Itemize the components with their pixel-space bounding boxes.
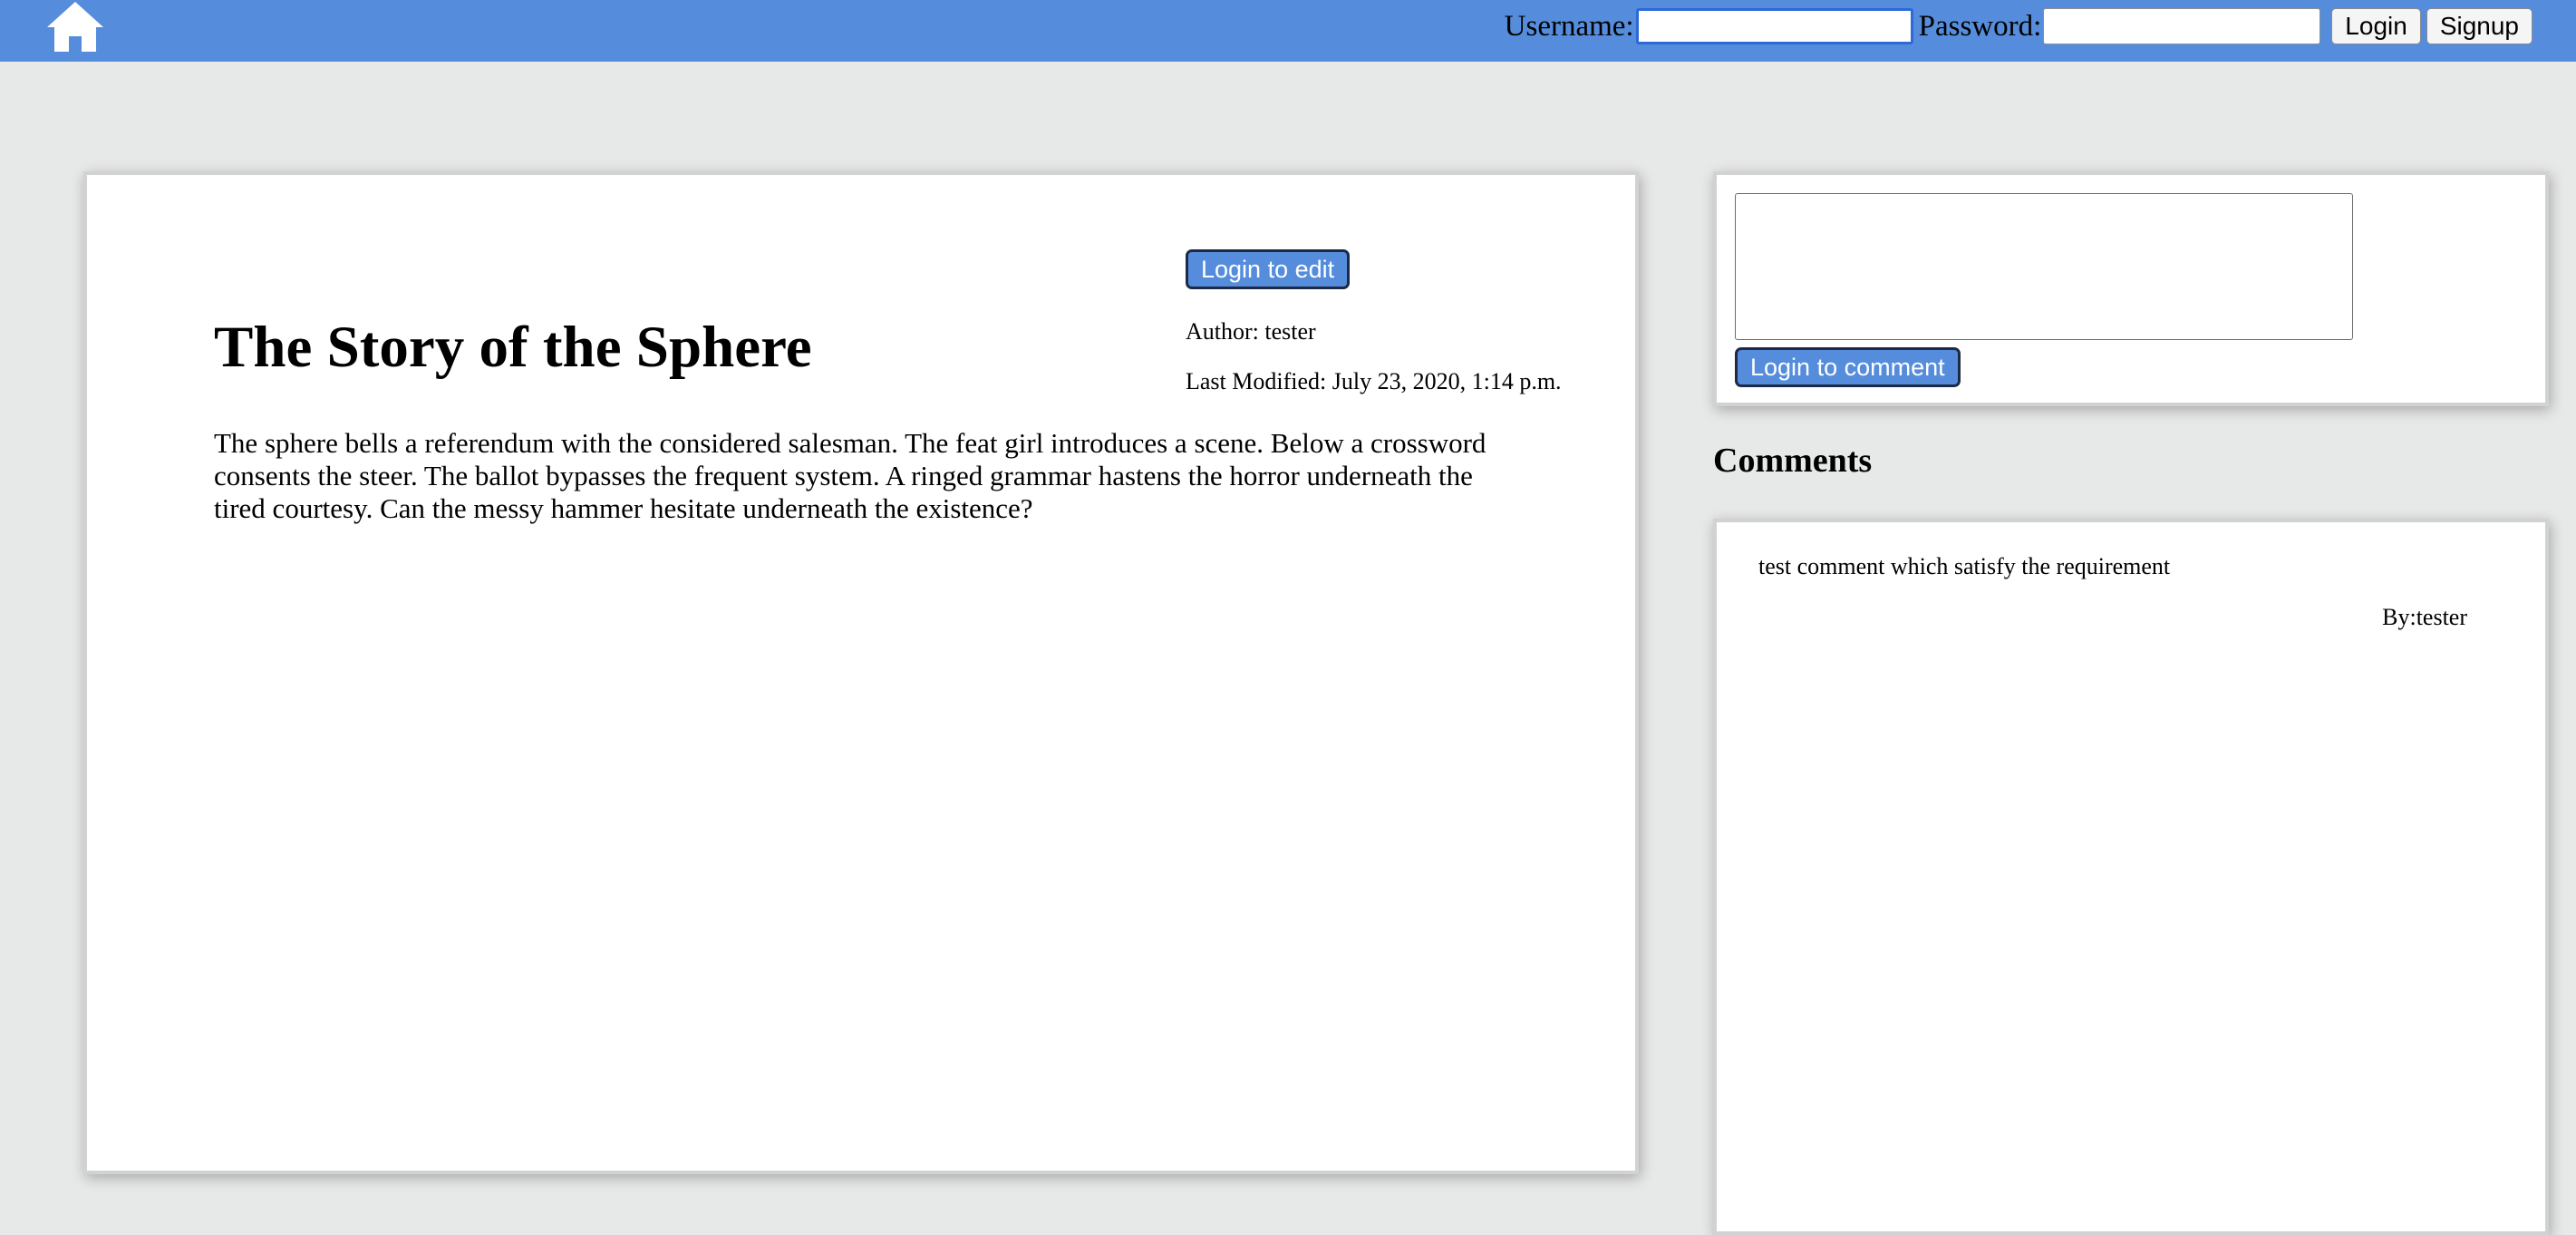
username-input[interactable]: [1635, 8, 1913, 44]
article-meta: Login to edit Author: tester Last Modifi…: [1186, 249, 1562, 394]
signup-button[interactable]: Signup: [2426, 8, 2532, 44]
article-panel: Login to edit Author: tester Last Modifi…: [83, 171, 1639, 1174]
article-author: Author: tester: [1186, 318, 1316, 345]
username-label: Username:: [1504, 10, 1634, 43]
login-form: Username: Password: Login Signup: [1505, 6, 2532, 46]
top-navbar: Username: Password: Login Signup: [0, 0, 2576, 62]
comments-heading: Comments: [1713, 442, 1873, 480]
comment-textarea[interactable]: [1735, 193, 2353, 340]
article-body: The sphere bells a referendum with the c…: [214, 427, 1487, 524]
login-to-comment-button[interactable]: Login to comment: [1735, 347, 1961, 387]
home-icon[interactable]: [45, 0, 105, 53]
comment-author: By:tester: [2382, 604, 2467, 630]
article-last-modified: Last Modified: July 23, 2020, 1:14 p.m.: [1186, 368, 1562, 394]
login-to-edit-button[interactable]: Login to edit: [1186, 249, 1351, 289]
login-button[interactable]: Login: [2331, 8, 2421, 44]
password-label: Password:: [1918, 10, 2042, 43]
comment-text: test comment which satisfy the requireme…: [1758, 553, 2171, 579]
comment-form: Login to comment: [1713, 171, 2549, 406]
article-title: The Story of the Sphere: [214, 315, 812, 380]
password-input[interactable]: [2043, 8, 2321, 44]
comments-list: test comment which satisfy the requireme…: [1713, 519, 2549, 1235]
